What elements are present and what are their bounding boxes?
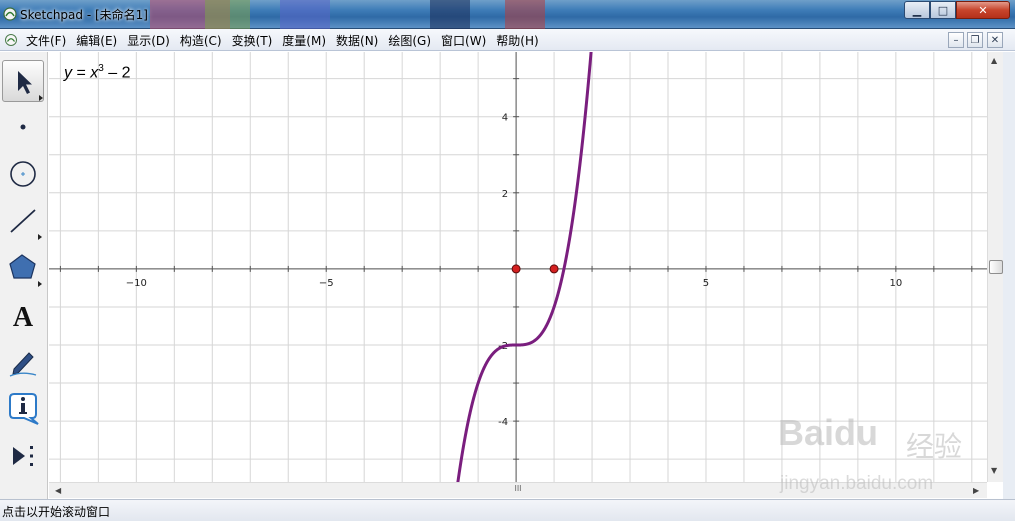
menu-measure[interactable]: 度量(M)	[282, 32, 326, 49]
equation-rest: – 2	[103, 64, 131, 82]
watermark-url: jingyan.baidu.com	[780, 473, 934, 494]
menu-file[interactable]: 文件(F)	[26, 32, 66, 49]
close-button[interactable]: ✕	[956, 1, 1010, 19]
title-bar: Sketchpad - [未命名1] ▁ □ ✕	[0, 0, 1015, 29]
watermark-brand: Baidu	[778, 412, 879, 453]
window-frame-edge	[1003, 52, 1015, 499]
info-icon	[9, 393, 39, 425]
status-bar: 点击以开始滚动窗口	[0, 499, 1015, 521]
marker-tool[interactable]	[2, 341, 44, 383]
point-tool[interactable]	[2, 106, 44, 148]
status-text: 点击以开始滚动窗口	[2, 505, 111, 519]
scroll-right-icon[interactable]: ▶	[973, 486, 979, 495]
circle-icon	[10, 161, 36, 187]
equation-equals: =	[72, 64, 91, 82]
compass-tool[interactable]	[2, 153, 44, 195]
menu-display[interactable]: 显示(D)	[127, 32, 170, 49]
equation-lhs: y	[64, 64, 72, 82]
line-segment-icon	[10, 209, 42, 240]
function-equation[interactable]: y = x3 – 2	[64, 63, 130, 82]
x-tick-labels: −10 −5 5 10	[126, 278, 902, 289]
y-tick-label: 4	[502, 113, 508, 124]
menu-transform[interactable]: 变换(T)	[232, 32, 273, 49]
menu-items: 文件(F) 编辑(E) 显示(D) 构造(C) 变换(T) 度量(M) 数据(N…	[26, 32, 549, 49]
arrow-tool[interactable]	[2, 60, 44, 102]
y-tick-labels: 42-2-4	[498, 113, 508, 428]
watermark-brand-cn: 经验	[906, 430, 963, 463]
menu-bar: 文件(F) 编辑(E) 显示(D) 构造(C) 变换(T) 度量(M) 数据(N…	[0, 29, 1015, 51]
play-more-icon	[13, 446, 33, 466]
menu-graph[interactable]: 绘图(G)	[388, 32, 431, 49]
sketchpad-logo-icon	[3, 7, 17, 21]
background-blur	[205, 0, 250, 29]
document-icon[interactable]	[4, 33, 18, 47]
menu-window[interactable]: 窗口(W)	[441, 32, 486, 49]
text-tool[interactable]: A	[2, 294, 44, 336]
plot-point[interactable]	[511, 264, 521, 274]
polygon-tool[interactable]	[2, 247, 44, 289]
x-tick-label: −5	[319, 278, 334, 289]
document-restore-button[interactable]: ❐	[967, 32, 983, 48]
background-blur	[430, 0, 470, 29]
y-tick-label: -4	[498, 417, 508, 428]
menu-data[interactable]: 数据(N)	[336, 32, 378, 49]
point-icon	[20, 124, 26, 130]
vertical-scroll-thumb[interactable]	[989, 260, 1003, 274]
y-tick-label: 2	[502, 189, 508, 200]
information-tool[interactable]	[2, 388, 44, 430]
vertical-scrollbar[interactable]: ▲ ▼	[987, 52, 1003, 482]
plot-point[interactable]	[549, 264, 559, 274]
background-blur	[280, 0, 330, 29]
letter-a-icon: A	[13, 302, 34, 333]
document-minimize-button[interactable]: –	[948, 32, 964, 48]
menu-construct[interactable]: 构造(C)	[180, 32, 222, 49]
scroll-down-icon[interactable]: ▼	[991, 466, 997, 475]
straightedge-tool[interactable]	[2, 200, 44, 242]
background-blur	[505, 0, 545, 29]
x-tick-label: 5	[703, 278, 709, 289]
x-tick-label: −10	[126, 278, 147, 289]
custom-tool[interactable]	[2, 435, 44, 477]
toolbox: A	[0, 52, 48, 499]
window-title: Sketchpad - [未命名1]	[20, 8, 148, 22]
menu-help[interactable]: 帮助(H)	[496, 32, 538, 49]
text-tool-glyph: A	[13, 302, 34, 333]
baidu-watermark: Baidu 经验 jingyan.baidu.com	[778, 410, 968, 500]
horizontal-scroll-thumb[interactable]: III	[511, 484, 525, 497]
scroll-left-icon[interactable]: ◀	[55, 486, 61, 495]
x-tick-label: 10	[889, 278, 902, 289]
pentagon-icon	[9, 254, 42, 287]
maximize-button[interactable]: □	[930, 1, 956, 19]
menu-edit[interactable]: 编辑(E)	[76, 32, 117, 49]
document-close-button[interactable]: ✕	[987, 32, 1003, 48]
pen-icon	[9, 352, 37, 377]
minimize-button[interactable]: ▁	[904, 1, 930, 19]
arrow-pointer-icon	[18, 71, 43, 101]
scroll-up-icon[interactable]: ▲	[991, 56, 997, 65]
